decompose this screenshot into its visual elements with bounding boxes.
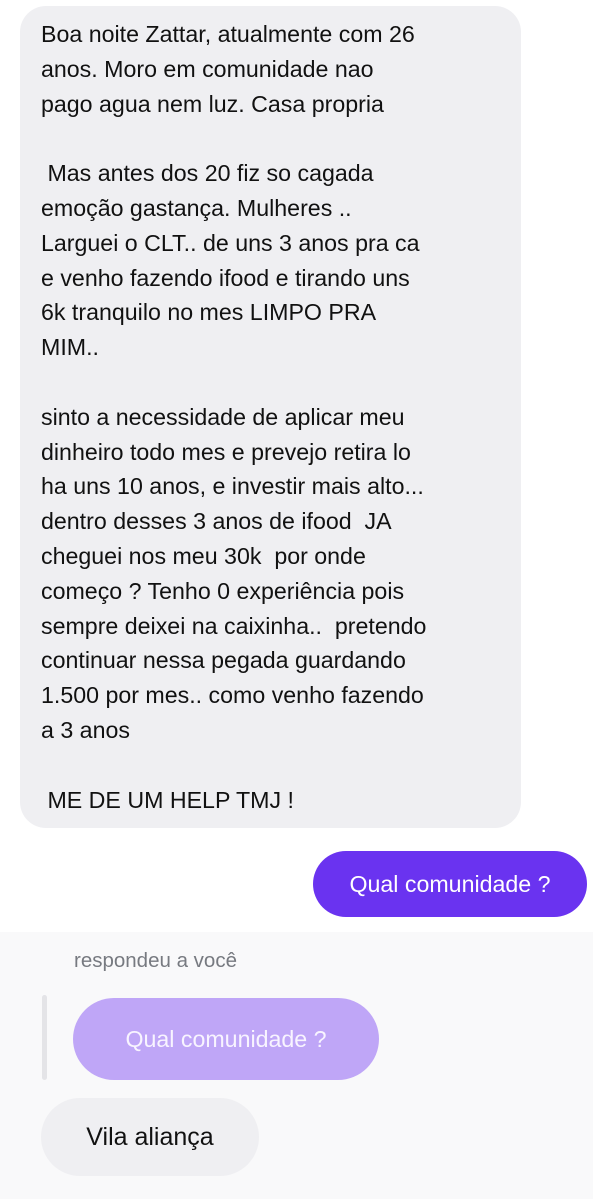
reply-context-label: respondeu a você [74, 949, 237, 972]
outgoing-message-bubble[interactable]: Qual comunidade ? [313, 851, 587, 917]
incoming-message-bubble[interactable]: Boa noite Zattar, atualmente com 26 anos… [20, 6, 521, 828]
reply-message-bubble[interactable]: Vila aliança [41, 1098, 259, 1176]
quoted-message-bubble[interactable]: Qual comunidade ? [73, 998, 379, 1080]
reply-indicator-bar [42, 995, 47, 1080]
